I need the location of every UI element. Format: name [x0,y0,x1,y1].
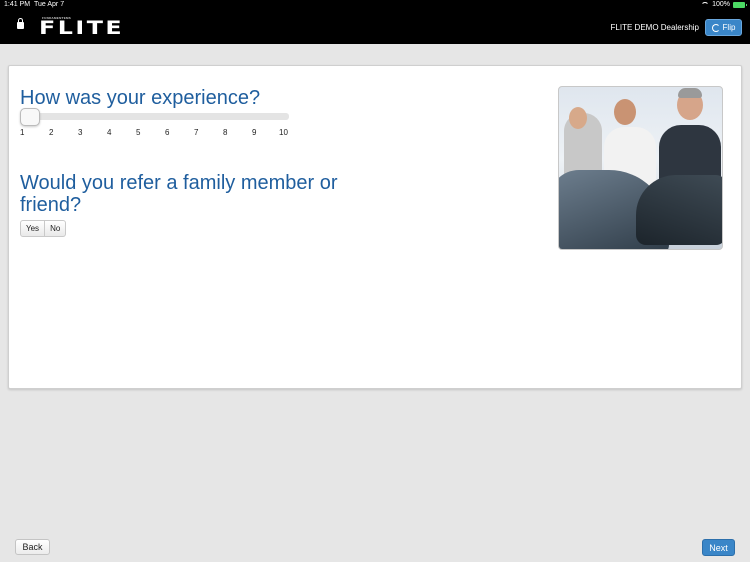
status-date: Tue Apr 7 [34,1,65,8]
next-button[interactable]: Next [702,539,735,556]
rating-slider-track[interactable] [21,113,289,120]
survey-card: How was your experience? 1 2 3 4 5 6 7 8… [8,65,742,389]
slider-tick: 4 [107,128,112,137]
wifi-icon [701,1,710,8]
slider-tick: 8 [223,128,228,137]
status-time: 1:41 PM [4,1,31,8]
slider-tick: 6 [165,128,170,137]
battery-icon [733,1,747,8]
slider-tick: 5 [136,128,141,137]
status-bar: 1:41 PM Tue Apr 7 100% [0,0,750,11]
status-right: 100% [701,1,747,8]
rating-slider-thumb[interactable] [20,108,40,126]
yes-button[interactable]: Yes [20,220,46,237]
dealership-photo [558,86,723,250]
flip-button[interactable]: Flip [705,19,742,36]
flip-label: Flip [722,23,736,32]
question-experience: How was your experience? [20,87,261,109]
slider-tick: 3 [78,128,83,137]
back-button[interactable]: Back [15,539,50,555]
flite-logo: FLITE [39,17,125,39]
lock-icon[interactable] [17,18,24,29]
slider-tick: 10 [279,128,288,137]
referral-toggle: Yes No [20,220,67,237]
question-referral: Would you refer a family member or frien… [20,172,338,216]
battery-percent: 100% [712,1,730,8]
slider-tick: 2 [49,128,54,137]
app-header: FUNDAMENTEMS FLITE FLITE DEMO Dealership… [0,11,750,44]
slider-tick: 1 [20,128,25,137]
slider-tick: 9 [252,128,257,137]
dealership-name: FLITE DEMO Dealership [610,23,699,32]
refresh-icon [711,23,720,32]
slider-tick: 7 [194,128,199,137]
no-button[interactable]: No [45,220,67,237]
